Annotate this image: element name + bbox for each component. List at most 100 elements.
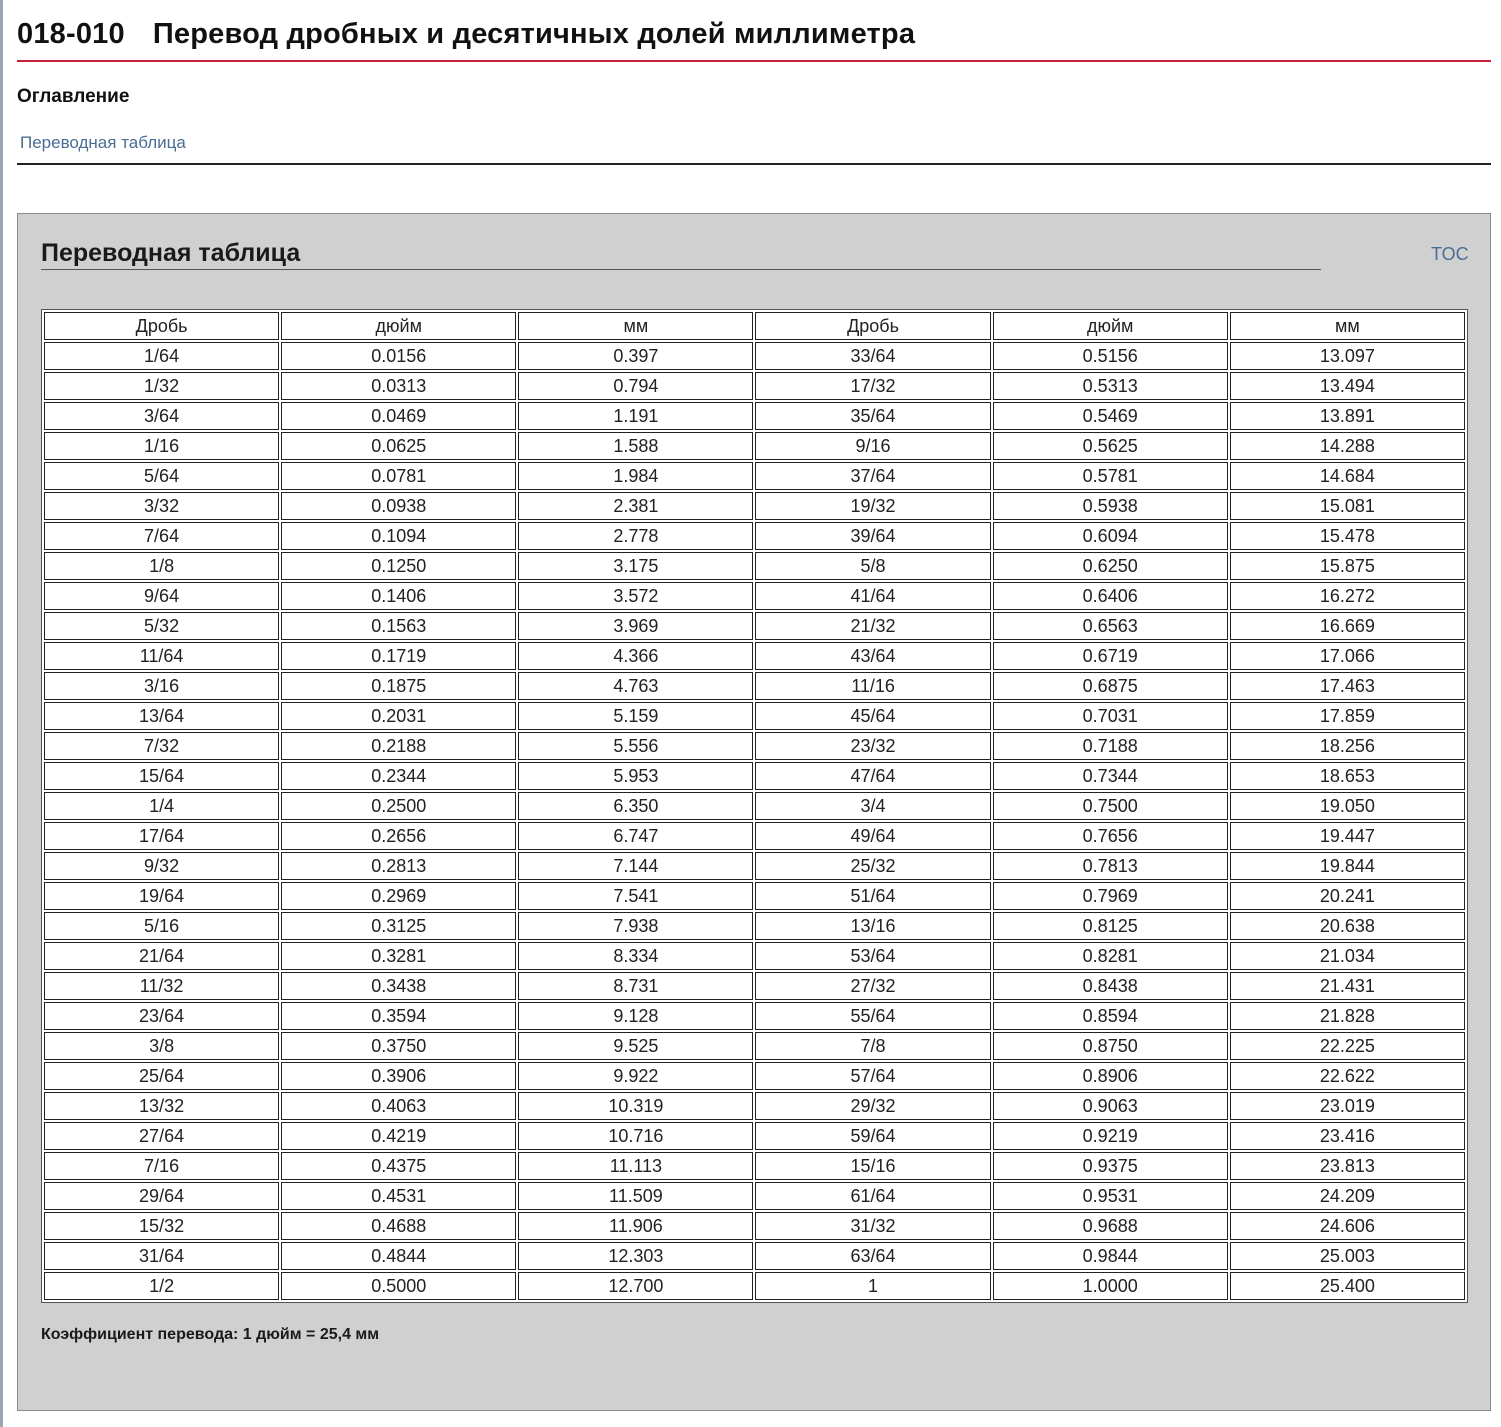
cell-mm: 17.066 (1229, 642, 1465, 670)
cell-mm: 20.638 (1229, 912, 1465, 940)
cell-fraction: 41/64 (755, 582, 991, 610)
table-body: 1/64 0.0156 0.397 33/64 0.5156 13.097 1/32 0.03… (44, 342, 1465, 1300)
cell-mm: 20.241 (1229, 882, 1465, 910)
cell-fraction: 1/32 (44, 372, 280, 400)
cell-inch: 0.6563 (992, 612, 1228, 640)
cell-inch: 0.7188 (992, 732, 1228, 760)
cell-fraction: 17/32 (755, 372, 991, 400)
cell-mm: 11.509 (518, 1182, 754, 1210)
cell-inch: 0.1719 (281, 642, 517, 670)
cell-fraction: 3/16 (44, 672, 280, 700)
cell-mm: 4.366 (518, 642, 754, 670)
cell-inch: 0.4219 (281, 1122, 517, 1150)
cell-inch: 0.8281 (992, 942, 1228, 970)
cell-mm: 21.034 (1229, 942, 1465, 970)
cell-inch: 0.7656 (992, 822, 1228, 850)
cell-mm: 23.019 (1229, 1092, 1465, 1120)
cell-inch: 0.4844 (281, 1242, 517, 1270)
cell-fraction: 7/16 (44, 1152, 280, 1180)
table-row: 3/16 0.1875 4.763 11/16 0.6875 17.463 (44, 672, 1465, 700)
cell-fraction: 1 (755, 1272, 991, 1300)
cell-inch: 0.6719 (992, 642, 1228, 670)
cell-mm: 18.653 (1229, 762, 1465, 790)
cell-mm: 1.984 (518, 462, 754, 490)
cell-inch: 0.5469 (992, 402, 1228, 430)
table-row: 1/32 0.0313 0.794 17/32 0.5313 13.494 (44, 372, 1465, 400)
cell-fraction: 1/64 (44, 342, 280, 370)
table-row: 1/2 0.5000 12.700 1 1.0000 25.400 (44, 1272, 1465, 1300)
cell-mm: 15.081 (1229, 492, 1465, 520)
cell-mm: 10.716 (518, 1122, 754, 1150)
conversion-table: Дробь дюйм мм Дробь дюйм мм 1/64 0.0156 0.… (41, 309, 1468, 1303)
cell-mm: 8.334 (518, 942, 754, 970)
cell-inch: 0.0313 (281, 372, 517, 400)
cell-inch: 0.7344 (992, 762, 1228, 790)
cell-inch: 0.5000 (281, 1272, 517, 1300)
cell-fraction: 1/2 (44, 1272, 280, 1300)
cell-inch: 0.5625 (992, 432, 1228, 460)
page-title: 018-010 Перевод дробных и десятичных доле… (17, 18, 915, 51)
cell-mm: 13.891 (1229, 402, 1465, 430)
table-row: 9/64 0.1406 3.572 41/64 0.6406 16.272 (44, 582, 1465, 610)
cell-inch: 0.9219 (992, 1122, 1228, 1150)
toc-divider (17, 163, 1491, 165)
table-row: 11/64 0.1719 4.366 43/64 0.6719 17.066 (44, 642, 1465, 670)
cell-inch: 0.1406 (281, 582, 517, 610)
table-row: 3/32 0.0938 2.381 19/32 0.5938 15.081 (44, 492, 1465, 520)
cell-mm: 10.319 (518, 1092, 754, 1120)
cell-inch: 0.4375 (281, 1152, 517, 1180)
cell-mm: 17.463 (1229, 672, 1465, 700)
cell-fraction: 19/32 (755, 492, 991, 520)
cell-fraction: 45/64 (755, 702, 991, 730)
table-row: 5/16 0.3125 7.938 13/16 0.8125 20.638 (44, 912, 1465, 940)
window-left-border (0, 0, 3, 1427)
cell-inch: 0.3281 (281, 942, 517, 970)
cell-inch: 0.1094 (281, 522, 517, 550)
cell-mm: 21.828 (1229, 1002, 1465, 1030)
table-row: 5/64 0.0781 1.984 37/64 0.5781 14.684 (44, 462, 1465, 490)
cell-fraction: 55/64 (755, 1002, 991, 1030)
cell-mm: 3.572 (518, 582, 754, 610)
table-row: 1/8 0.1250 3.175 5/8 0.6250 15.875 (44, 552, 1465, 580)
cell-inch: 0.7031 (992, 702, 1228, 730)
cell-inch: 0.7813 (992, 852, 1228, 880)
section-title: Переводная таблица (41, 239, 301, 267)
table-row: 15/32 0.4688 11.906 31/32 0.9688 24.606 (44, 1212, 1465, 1240)
cell-inch: 0.6875 (992, 672, 1228, 700)
table-row: 25/64 0.3906 9.922 57/64 0.8906 22.622 (44, 1062, 1465, 1090)
conversion-factor-note: Коэффициент перевода: 1 дюйм = 25,4 мм (41, 1326, 380, 1343)
cell-inch: 0.8594 (992, 1002, 1228, 1030)
table-row: 13/32 0.4063 10.319 29/32 0.9063 23.019 (44, 1092, 1465, 1120)
cell-fraction: 9/16 (755, 432, 991, 460)
cell-fraction: 11/16 (755, 672, 991, 700)
toc-return-link[interactable]: TOC (1431, 244, 1469, 265)
table-row: 19/64 0.2969 7.541 51/64 0.7969 20.241 (44, 882, 1465, 910)
cell-inch: 0.0156 (281, 342, 517, 370)
cell-fraction: 37/64 (755, 462, 991, 490)
cell-mm: 18.256 (1229, 732, 1465, 760)
table-row: 23/64 0.3594 9.128 55/64 0.8594 21.828 (44, 1002, 1465, 1030)
cell-mm: 12.700 (518, 1272, 754, 1300)
cell-mm: 23.416 (1229, 1122, 1465, 1150)
cell-mm: 5.556 (518, 732, 754, 760)
cell-fraction: 3/32 (44, 492, 280, 520)
document-title: Перевод дробных и десятичных долей милли… (152, 18, 916, 50)
cell-mm: 5.159 (518, 702, 754, 730)
toc-link-conversion-table[interactable]: Переводная таблица (20, 133, 186, 153)
cell-fraction: 13/32 (44, 1092, 280, 1120)
cell-mm: 12.303 (518, 1242, 754, 1270)
cell-fraction: 53/64 (755, 942, 991, 970)
cell-inch: 0.1563 (281, 612, 517, 640)
table-row: 31/64 0.4844 12.303 63/64 0.9844 25.003 (44, 1242, 1465, 1270)
cell-fraction: 27/64 (44, 1122, 280, 1150)
table-row: 1/64 0.0156 0.397 33/64 0.5156 13.097 (44, 342, 1465, 370)
cell-fraction: 21/32 (755, 612, 991, 640)
cell-fraction: 61/64 (755, 1182, 991, 1210)
cell-inch: 0.2969 (281, 882, 517, 910)
cell-fraction: 3/4 (755, 792, 991, 820)
cell-mm: 1.191 (518, 402, 754, 430)
cell-inch: 0.6406 (992, 582, 1228, 610)
table-row: 7/16 0.4375 11.113 15/16 0.9375 23.813 (44, 1152, 1465, 1180)
cell-mm: 16.669 (1229, 612, 1465, 640)
cell-inch: 0.2344 (281, 762, 517, 790)
